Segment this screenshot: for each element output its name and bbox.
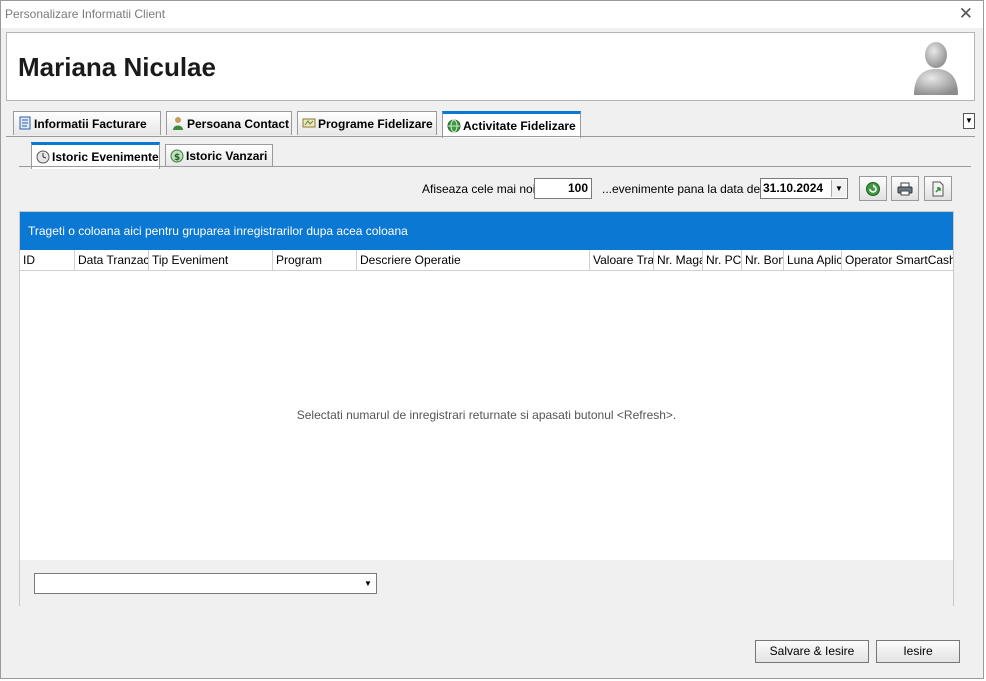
- save-exit-button[interactable]: Salvare & Iesire: [755, 640, 869, 663]
- print-button[interactable]: [891, 176, 919, 201]
- sales-history-icon: $: [170, 149, 184, 163]
- events-grid: Trageti o coloana aici pentru gruparea i…: [19, 211, 954, 606]
- tab-istoric-evenimente[interactable]: Istoric Evenimente: [31, 142, 160, 169]
- avatar: [914, 42, 958, 95]
- tab-label: Istoric Vanzari: [186, 149, 268, 163]
- tab-informatii-facturare[interactable]: Informatii Facturare: [13, 111, 161, 135]
- column-header-descriere-operatie[interactable]: Descriere Operatie: [357, 250, 590, 270]
- window-title: Personalizare Informatii Client: [5, 7, 166, 21]
- client-header: Mariana Niculae: [6, 32, 975, 101]
- exit-button[interactable]: Iesire: [876, 640, 960, 663]
- invoice-icon: [19, 116, 31, 130]
- chevron-down-icon[interactable]: ▼: [831, 180, 846, 197]
- tab-label: Activitate Fidelizare: [463, 119, 576, 133]
- globe-icon: [447, 119, 461, 133]
- tab-label: Informatii Facturare: [34, 116, 147, 131]
- export-icon: [932, 181, 944, 196]
- group-by-area[interactable]: Trageti o coloana aici pentru gruparea i…: [20, 212, 953, 250]
- grid-header: ID Data Tranzactie Tip Eveniment Program…: [20, 250, 953, 271]
- event-count-input[interactable]: 100: [534, 178, 592, 199]
- grid-filter-combo[interactable]: ▼: [34, 573, 377, 594]
- column-header-valoare-tranzactie[interactable]: Valoare Tranzactie: [590, 250, 654, 270]
- refresh-icon: [866, 181, 880, 196]
- tab-persoana-contact[interactable]: Persoana Contact: [166, 111, 292, 135]
- empty-grid-message: Selectati numarul de inregistrari return…: [296, 408, 677, 422]
- printer-icon: [897, 182, 913, 195]
- tab-label: Istoric Evenimente: [52, 150, 159, 164]
- tab-label: Programe Fidelizare: [318, 116, 433, 131]
- client-name: Mariana Niculae: [18, 52, 216, 82]
- date-picker[interactable]: 31.10.2024 ▼: [760, 178, 848, 199]
- column-header-id[interactable]: ID: [20, 250, 75, 270]
- column-header-nr-magazin[interactable]: Nr. Magazin: [654, 250, 703, 270]
- chevron-down-icon[interactable]: ▼: [963, 113, 975, 129]
- loyalty-card-icon: [302, 118, 316, 128]
- subtab-divider: [19, 166, 971, 167]
- tab-divider: [6, 136, 975, 137]
- column-header-operator-smartcash[interactable]: Operator SmartCash: [842, 250, 953, 270]
- column-header-nr-pc[interactable]: Nr. PC: [703, 250, 742, 270]
- column-header-luna-aplicare[interactable]: Luna Aplicare: [784, 250, 842, 270]
- title-bar: Personalizare Informatii Client ✕: [1, 1, 983, 28]
- contact-person-icon: [173, 117, 183, 130]
- tab-activitate-fidelizare[interactable]: Activitate Fidelizare: [442, 111, 581, 138]
- column-header-data-tranzactie[interactable]: Data Tranzactie: [75, 250, 149, 270]
- events-history-icon: [36, 150, 50, 164]
- client-personalization-window: Personalizare Informatii Client ✕ Marian…: [0, 0, 984, 679]
- column-header-tip-eveniment[interactable]: Tip Eveniment: [149, 250, 273, 270]
- events-until-label: ...evenimente pana la data de: [602, 182, 761, 196]
- close-icon[interactable]: ✕: [959, 4, 973, 24]
- tab-label: Persoana Contact: [187, 116, 290, 131]
- column-header-nr-bon[interactable]: Nr. Bon: [742, 250, 784, 270]
- refresh-button[interactable]: [859, 176, 887, 201]
- svg-text:$: $: [174, 153, 180, 163]
- tab-programe-fidelizare[interactable]: Programe Fidelizare: [297, 111, 437, 135]
- column-header-program[interactable]: Program: [273, 250, 357, 270]
- date-value: 31.10.2024: [763, 181, 824, 195]
- tab-istoric-vanzari[interactable]: $ Istoric Vanzari: [165, 144, 273, 167]
- export-button[interactable]: [924, 176, 952, 201]
- show-latest-label: Afiseaza cele mai noi: [422, 182, 536, 196]
- chevron-down-icon[interactable]: ▼: [361, 575, 375, 592]
- grid-footer: ▼: [20, 560, 953, 606]
